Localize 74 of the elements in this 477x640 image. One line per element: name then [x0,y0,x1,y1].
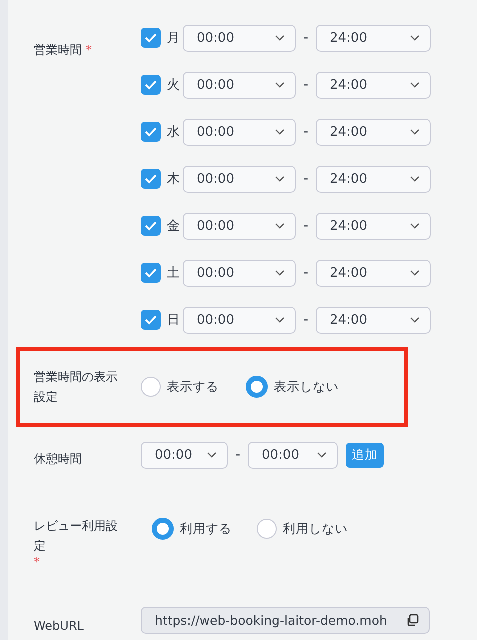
range-separator: - [302,312,310,328]
radio-option[interactable]: 利用する [152,518,232,540]
day-checkbox[interactable] [141,122,161,142]
chevron-down-icon [275,223,285,229]
chevron-down-icon [410,129,420,135]
chevron-down-icon [410,223,420,229]
day-label: 金 [167,218,180,235]
day-checkbox[interactable] [141,75,161,95]
chevron-down-icon [410,317,420,323]
chevron-down-icon [275,35,285,41]
field-label: レビュー利用設定 [34,518,119,556]
url-field[interactable]: https://web-booking-laitor-demo.moh [141,607,430,634]
field-label: WebURL [34,618,84,635]
close-time-select[interactable]: 24:00 [316,306,431,334]
checkmark-icon [145,127,157,137]
day-checkbox[interactable] [141,263,161,283]
day-label: 火 [167,77,180,94]
chevron-down-icon [410,270,420,276]
chevron-down-icon [275,176,285,182]
field-label: 営業時間の表示設定 [34,369,119,406]
start-time-select[interactable]: 00:00 [141,442,228,469]
checkmark-icon [145,221,157,231]
chevron-down-icon [207,452,217,458]
chevron-down-icon [410,176,420,182]
checkmark-icon [145,80,157,90]
end-time-select[interactable]: 00:00 [248,442,338,469]
copy-icon[interactable] [406,614,419,627]
day-label: 水 [167,124,180,141]
day-checkbox[interactable] [141,216,161,236]
day-checkbox[interactable] [141,169,161,189]
chevron-down-icon [410,82,420,88]
checkmark-icon [145,174,157,184]
open-time-select[interactable]: 00:00 [183,72,296,98]
day-label: 土 [167,265,180,282]
day-label: 日 [167,312,180,329]
chevron-down-icon [410,35,420,41]
field-label: 休憩時間 [34,451,82,468]
chevron-down-icon [275,82,285,88]
radio-option[interactable]: 表示しない [246,376,339,398]
chevron-down-icon [275,270,285,276]
field-label: 営業時間 [34,42,82,59]
open-time-select[interactable]: 00:00 [183,212,296,240]
day-label: 木 [167,171,180,188]
close-time-select[interactable]: 24:00 [316,212,431,240]
close-time-select[interactable]: 24:00 [316,118,431,146]
checkmark-icon [145,33,157,43]
close-time-select[interactable]: 24:00 [316,24,431,52]
close-time-select[interactable]: 24:00 [316,260,431,286]
day-checkbox[interactable] [141,310,161,330]
range-separator: - [302,77,310,93]
open-time-select[interactable]: 00:00 [183,306,296,334]
radio-option[interactable]: 表示する [141,377,219,398]
open-time-select[interactable]: 00:00 [183,24,296,52]
open-time-select[interactable]: 00:00 [183,260,296,286]
close-time-select[interactable]: 24:00 [316,166,431,192]
range-separator: - [234,447,242,464]
day-label: 月 [167,30,180,47]
chevron-down-icon [317,452,327,458]
close-time-select[interactable]: 24:00 [316,72,431,98]
day-checkbox[interactable] [141,28,161,48]
radio-option[interactable]: 利用しない [257,519,348,540]
checkmark-icon [145,315,157,325]
range-separator: - [302,124,310,140]
checkmark-icon [145,268,157,278]
range-separator: - [302,265,310,281]
required-mark: * [34,556,41,568]
open-time-select[interactable]: 00:00 [183,118,296,146]
range-separator: - [302,218,310,234]
range-separator: - [302,30,310,46]
open-time-select[interactable]: 00:00 [183,166,296,192]
chevron-down-icon [275,129,285,135]
required-mark: * [86,43,92,57]
range-separator: - [302,171,310,187]
chevron-down-icon [275,317,285,323]
